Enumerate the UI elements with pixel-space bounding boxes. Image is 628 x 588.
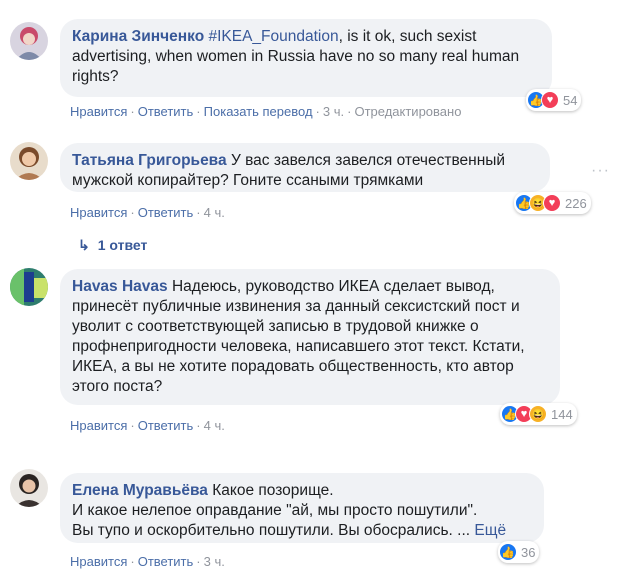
- more-options-icon[interactable]: ···: [591, 162, 610, 180]
- comment-bubble: Елена Муравьёва Какое позорище. И какое …: [60, 473, 544, 543]
- like-icon: 👍: [499, 543, 517, 561]
- comment-author[interactable]: Карина Зинченко: [72, 28, 204, 45]
- reply-link[interactable]: Ответить: [138, 104, 194, 119]
- edited-label[interactable]: Отредактировано: [354, 104, 461, 119]
- like-link[interactable]: Нравится: [70, 554, 127, 569]
- replies-count[interactable]: 1 ответ: [98, 237, 148, 253]
- reply-link[interactable]: Ответить: [138, 418, 194, 433]
- reactions-summary[interactable]: 👍 ♥ 😆 144: [500, 403, 577, 425]
- reply-link[interactable]: Ответить: [138, 554, 194, 569]
- comment-actions: Нравится · Ответить · Показать перевод · 3 ч. ·…: [70, 104, 462, 119]
- comment-author[interactable]: Елена Муравьёва: [72, 482, 208, 499]
- like-link[interactable]: Нравится: [70, 104, 127, 119]
- reply-link[interactable]: Ответить: [138, 205, 194, 220]
- comment-actions: Нравится · Ответить · 3 ч.: [70, 554, 225, 569]
- avatar[interactable]: [10, 142, 48, 180]
- reaction-count: 226: [565, 195, 587, 211]
- comment-bubble: Havas Havas Надеюсь, руководство ИКЕА сд…: [60, 269, 560, 405]
- comment-actions: Нравится · Ответить · 4 ч.: [70, 418, 225, 433]
- reaction-count: 144: [551, 406, 573, 422]
- reaction-count: 36: [521, 544, 536, 560]
- comment-text-line-1: Какое позорище.: [212, 482, 334, 499]
- comment-bubble: Карина Зинченко #IKEA_Foundation, is it …: [60, 19, 552, 97]
- comment-text-line-3: Вы тупо и оскорбительно пошутили. Вы обо…: [72, 522, 471, 539]
- comment-author[interactable]: Havas Havas: [72, 278, 168, 295]
- hashtag-link[interactable]: #IKEA_Foundation: [208, 28, 338, 45]
- comment-text: Надеюсь, руководство ИКЕА сделает вывод,…: [72, 278, 525, 395]
- haha-icon: 😆: [529, 405, 547, 423]
- timestamp[interactable]: 3 ч.: [204, 554, 225, 569]
- like-link[interactable]: Нравится: [70, 418, 127, 433]
- comment-bubble: Татьяна Григорьева У вас завелся завелся…: [60, 143, 550, 192]
- view-replies-link[interactable]: ↳ 1 ответ: [78, 237, 147, 254]
- translate-link[interactable]: Показать перевод: [204, 104, 313, 119]
- like-link[interactable]: Нравится: [70, 205, 127, 220]
- love-icon: ♥: [541, 91, 559, 109]
- timestamp[interactable]: 4 ч.: [204, 205, 225, 220]
- reactions-summary[interactable]: 👍 ♥ 54: [526, 89, 582, 111]
- timestamp[interactable]: 3 ч.: [323, 104, 344, 119]
- reply-arrow-icon: ↳: [78, 237, 90, 253]
- timestamp[interactable]: 4 ч.: [204, 418, 225, 433]
- reaction-count: 54: [563, 92, 578, 108]
- see-more-link[interactable]: Ещё: [474, 522, 506, 539]
- love-icon: ♥: [543, 194, 561, 212]
- reactions-summary[interactable]: 👍 36: [498, 541, 540, 563]
- avatar[interactable]: [10, 22, 48, 60]
- comment-author[interactable]: Татьяна Григорьева: [72, 152, 227, 169]
- reactions-summary[interactable]: 👍 😆 ♥ 226: [514, 192, 591, 214]
- comment-actions: Нравится · Ответить · 4 ч.: [70, 205, 225, 220]
- comment-text-line-2: И какое нелепое оправдание "ай, мы прост…: [72, 502, 478, 519]
- avatar[interactable]: [10, 469, 48, 507]
- avatar[interactable]: [10, 268, 48, 306]
